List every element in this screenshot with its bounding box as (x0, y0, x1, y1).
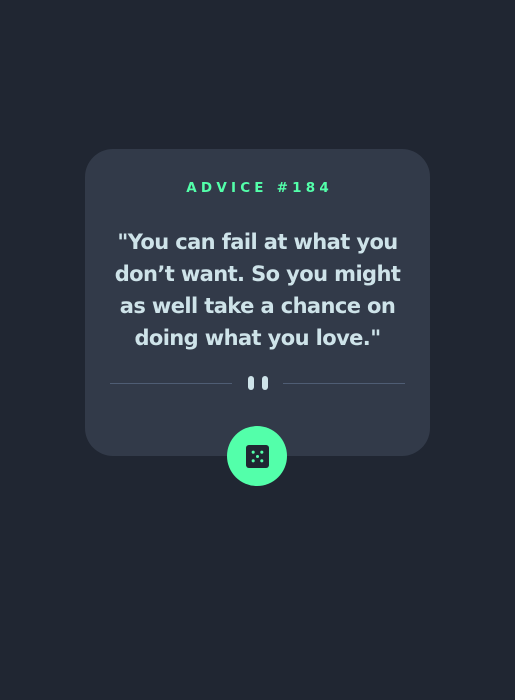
advice-id-label: ADVICE #184 (186, 180, 333, 196)
advice-card: ADVICE #184 "You can fail at what you do… (85, 149, 430, 456)
new-advice-button[interactable] (227, 426, 287, 486)
dice-icon (245, 444, 269, 468)
pause-bar-right (262, 376, 268, 390)
pause-icon (248, 376, 268, 390)
divider-line-left (110, 383, 232, 384)
advice-quote: "You can fail at what you don’t want. So… (114, 230, 401, 350)
divider-line-right (283, 383, 405, 384)
divider (110, 374, 405, 392)
pause-bar-left (248, 376, 254, 390)
